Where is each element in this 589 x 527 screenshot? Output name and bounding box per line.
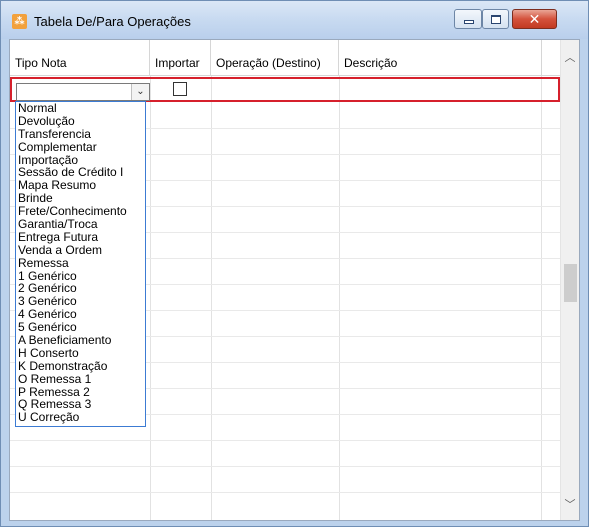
dropdown-option[interactable]: H Conserto [16,347,145,360]
dropdown-option[interactable]: Normal [16,102,145,115]
dropdown-option[interactable]: 4 Genérico [16,308,145,321]
maximize-icon [491,15,501,24]
dropdown-option[interactable]: Frete/Conhecimento [16,205,145,218]
dropdown-option[interactable]: Brinde [16,192,145,205]
column-divider [339,76,340,520]
tipo-nota-combobox[interactable]: ⌄ [16,83,150,101]
row-divider [10,440,560,441]
dropdown-option[interactable]: Importação [16,154,145,167]
column-header-importar[interactable]: Importar [150,40,211,76]
dropdown-option[interactable]: A Beneficiamento [16,334,145,347]
client-area: Tipo Nota Importar Operação (Destino) De… [9,39,580,521]
dropdown-option[interactable]: P Remessa 2 [16,386,145,399]
dropdown-option[interactable]: Garantia/Troca [16,218,145,231]
dropdown-option[interactable]: 3 Genérico [16,295,145,308]
close-icon: ✕ [528,11,541,27]
dropdown-option[interactable]: Entrega Futura [16,231,145,244]
dropdown-option[interactable]: Sessão de Crédito I [16,166,145,179]
column-divider [541,76,542,520]
importar-checkbox[interactable] [173,82,187,96]
dropdown-option[interactable]: 2 Genérico [16,282,145,295]
dropdown-option[interactable]: K Demonstração [16,360,145,373]
vertical-scrollbar[interactable]: ︿ ﹀ [560,40,579,520]
column-divider [150,76,151,520]
column-divider [211,76,212,520]
dropdown-option[interactable]: Mapa Resumo [16,179,145,192]
column-header-tipo-nota[interactable]: Tipo Nota [10,40,150,76]
dropdown-option[interactable]: 1 Genérico [16,270,145,283]
maximize-button[interactable] [482,9,509,29]
window: ⁂ Tabela De/Para Operações ✕ Tipo Nota I… [0,0,589,527]
dropdown-option[interactable]: Remessa [16,257,145,270]
row-divider [10,466,560,467]
window-title: Tabela De/Para Operações [34,14,191,29]
scrollbar-thumb[interactable] [564,264,577,302]
tipo-nota-dropdown-list[interactable]: Normal Devolução Transferencia Complementar… [15,101,146,427]
minimize-icon [464,20,474,24]
row-divider [10,492,560,493]
chevron-down-icon[interactable]: ﹀ [561,495,579,515]
dropdown-option[interactable]: Venda a Ordem [16,244,145,257]
column-header-descricao[interactable]: Descrição [339,40,542,76]
dropdown-option[interactable]: U Correção [16,411,145,424]
column-header-operacao-destino[interactable]: Operação (Destino) [211,40,339,76]
dropdown-option[interactable]: 5 Genérico [16,321,145,334]
dropdown-option[interactable]: O Remessa 1 [16,373,145,386]
close-button[interactable]: ✕ [512,9,557,29]
dropdown-option[interactable]: Transferencia [16,128,145,141]
operacao-destino-cell[interactable] [218,83,338,99]
title-bar[interactable]: ⁂ Tabela De/Para Operações ✕ [1,1,588,39]
chevron-down-icon[interactable]: ⌄ [131,84,149,100]
dropdown-option[interactable]: Q Remessa 3 [16,398,145,411]
chevron-up-icon[interactable]: ︿ [561,48,579,68]
dropdown-option[interactable]: Complementar [16,141,145,154]
minimize-button[interactable] [454,9,482,29]
dropdown-option[interactable]: Devolução [16,115,145,128]
app-icon: ⁂ [12,14,27,29]
descricao-cell[interactable] [346,83,536,99]
grid-header: Tipo Nota Importar Operação (Destino) De… [10,40,560,76]
data-grid: Tipo Nota Importar Operação (Destino) De… [10,40,560,520]
